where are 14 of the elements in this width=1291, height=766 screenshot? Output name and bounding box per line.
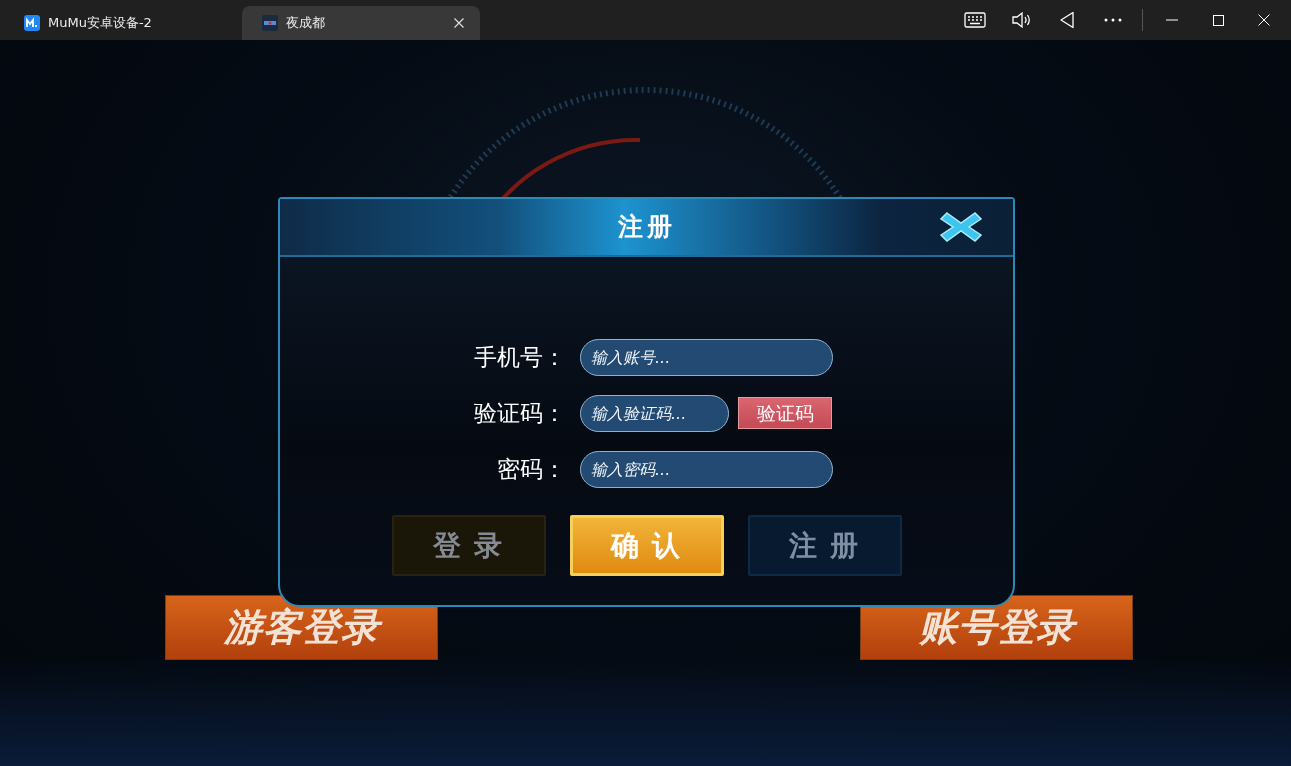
login-banner[interactable]: 游客登录: [165, 595, 438, 660]
field-label: 密码：: [496, 454, 567, 484]
app-icon: [24, 15, 40, 31]
send-code-button[interactable]: 验证码: [738, 397, 832, 429]
login-banner[interactable]: 账号登录: [860, 595, 1133, 660]
field-label: 验证码：: [473, 398, 567, 428]
window-tab[interactable]: 夜成都: [242, 6, 480, 40]
input-field[interactable]: 输入密码...: [580, 450, 833, 488]
input-field[interactable]: 输入账号...: [580, 338, 833, 376]
field-label: 手机号：: [473, 342, 567, 372]
input-field[interactable]: 输入验证码...: [580, 394, 729, 432]
window-tab[interactable]: MuMu安卓设备-2: [4, 6, 242, 40]
game-icon: [262, 15, 278, 31]
dialog-title: 注册: [617, 211, 676, 244]
